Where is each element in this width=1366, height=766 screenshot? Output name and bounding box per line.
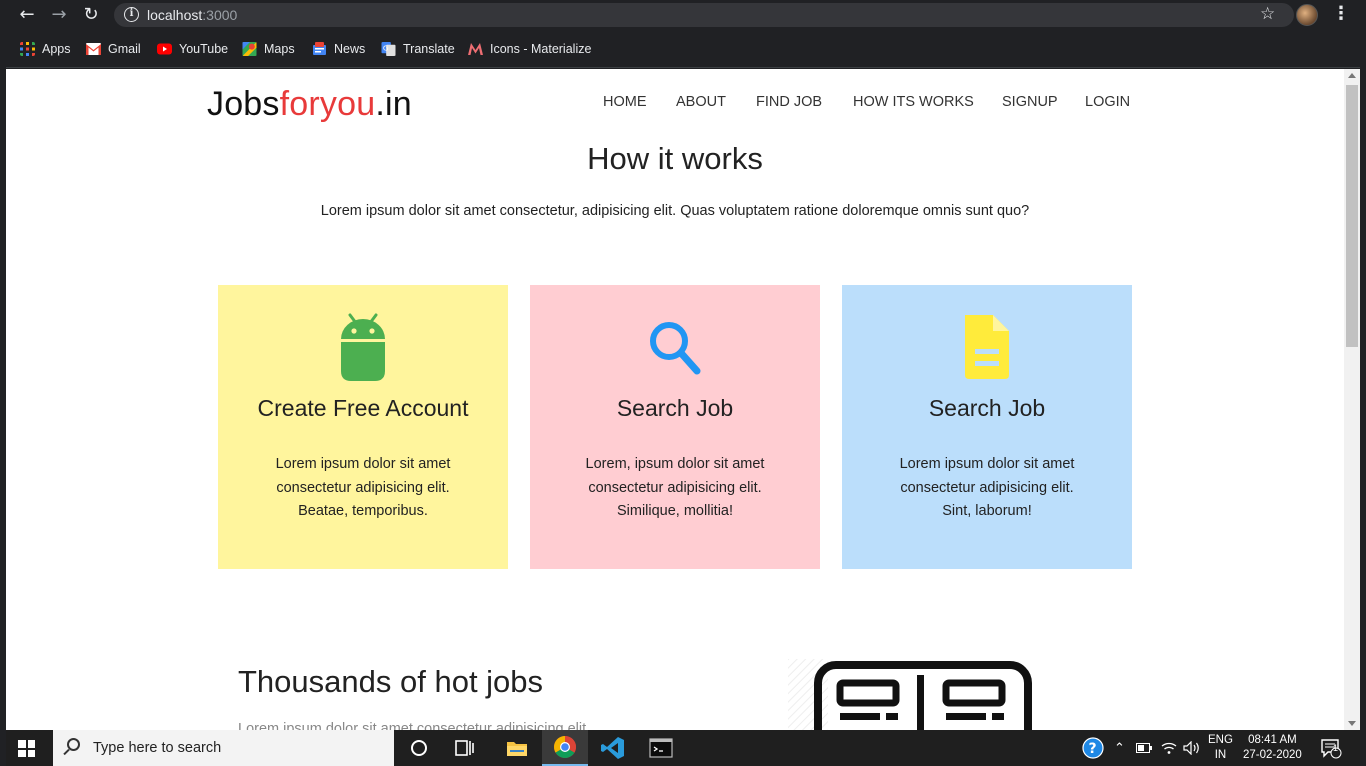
bookmark-gmail[interactable]: Gmail (86, 41, 141, 57)
windows-taskbar: Type here to search ? ⌃ ENG IN 08:41 AM … (6, 730, 1360, 766)
notification-count-badge: 1 (1333, 743, 1339, 753)
nav-signup[interactable]: SIGNUP (1002, 94, 1058, 110)
bookmark-label: Icons - Materialize (490, 42, 592, 56)
card-text: Lorem, ipsum dolor sit amet consectetur … (560, 453, 790, 524)
forward-arrow-icon[interactable]: → (48, 4, 70, 26)
bookmark-label: News (334, 42, 366, 56)
bookmark-label: Gmail (108, 42, 141, 56)
show-hidden-icons-chevron-icon[interactable]: ⌃ (1114, 730, 1125, 766)
card-text-line: Similique, mollitia! (616, 503, 734, 519)
browser-toolbar: ← → ↻ i localhost:3000 ☆ ⋮ (6, 0, 1360, 30)
news-icon (313, 42, 326, 55)
clock-time: 08:41 AM (1248, 734, 1297, 746)
language-code: ENG (1208, 734, 1233, 746)
bookmark-translate[interactable]: G Translate (381, 41, 455, 57)
bookmark-apps[interactable]: Apps (20, 41, 71, 57)
card-text-line: Lorem ipsum dolor sit amet (899, 456, 1075, 472)
profile-avatar[interactable] (1296, 4, 1318, 26)
how-it-works-title: How it works (587, 141, 763, 176)
card-search-job-2: Search Job Lorem ipsum dolor sit amet co… (842, 285, 1132, 569)
page-scrollbar[interactable] (1344, 69, 1360, 730)
svg-text:?: ? (1089, 741, 1097, 757)
nav-how-its-works[interactable]: HOW ITS WORKS (853, 94, 974, 110)
page-viewport: Jobsforyou.in HOME ABOUT FIND JOB HOW IT… (6, 69, 1344, 730)
card-title: Search Job (928, 395, 1046, 421)
card-search-job: Search Job Lorem, ipsum dolor sit amet c… (530, 285, 820, 569)
bookmark-star-icon[interactable]: ☆ (1260, 4, 1275, 24)
reload-icon[interactable]: ↻ (80, 4, 102, 26)
nav-find-job[interactable]: FIND JOB (756, 94, 822, 110)
bookmark-label: Translate (403, 42, 455, 56)
chrome-taskbar-icon[interactable] (542, 730, 588, 766)
hot-jobs-title: Thousands of hot jobs (238, 664, 544, 699)
vscode-icon[interactable] (590, 730, 636, 766)
android-icon (341, 313, 385, 381)
card-text-line: Sint, laborum! (942, 503, 1032, 519)
bookmark-label: Apps (42, 42, 71, 56)
bookmarks-bar: Apps Gmail YouTube Maps News G Translate… (6, 30, 1360, 68)
card-text: Lorem ipsum dolor sit amet consectetur a… (872, 453, 1102, 524)
bookmark-youtube[interactable]: YouTube (157, 41, 228, 57)
input-language-indicator[interactable]: ENG IN (1208, 730, 1233, 766)
bookmark-materialize[interactable]: Icons - Materialize (468, 41, 591, 57)
document-icon (965, 315, 1009, 379)
volume-icon[interactable] (1183, 730, 1201, 766)
site-info-icon[interactable]: i (124, 7, 139, 22)
maps-icon (242, 42, 257, 56)
card-text-line: consectetur adipisicing elit. (588, 479, 762, 496)
card-text-line: consectetur adipisicing elit. (276, 479, 450, 496)
back-arrow-icon[interactable]: ← (16, 4, 38, 26)
card-title: Create Free Account (257, 395, 469, 421)
youtube-icon (157, 43, 172, 55)
card-title: Search Job (616, 395, 734, 421)
site-logo[interactable]: Jobsforyou.in (207, 85, 412, 124)
taskbar-search-box[interactable]: Type here to search (53, 730, 394, 766)
job-board-illustration-icon (788, 659, 1032, 730)
menu-kebab-icon[interactable]: ⋮ (1332, 3, 1350, 24)
address-url: localhost:3000 (147, 7, 238, 23)
svg-text:G: G (383, 43, 389, 52)
card-text-line: Lorem, ipsum dolor sit amet (585, 456, 765, 472)
card-text: Lorem ipsum dolor sit amet consectetur a… (248, 453, 478, 524)
notifications-icon[interactable]: 1 (1320, 730, 1342, 766)
help-icon[interactable]: ? (1082, 730, 1104, 766)
taskbar-search-placeholder: Type here to search (93, 740, 222, 756)
address-bar[interactable]: i localhost:3000 (114, 3, 1294, 27)
windows-start-icon[interactable] (18, 740, 35, 757)
nav-login[interactable]: LOGIN (1085, 94, 1130, 110)
translate-icon: G (381, 42, 396, 56)
bookmark-news[interactable]: News (312, 41, 365, 57)
file-explorer-icon[interactable] (494, 730, 540, 766)
search-icon (67, 738, 80, 751)
task-view-icon[interactable] (442, 730, 488, 766)
bookmark-label: YouTube (179, 42, 229, 56)
cortana-icon[interactable] (396, 730, 442, 766)
card-text-line: consectetur adipisicing elit. (900, 479, 1074, 496)
region-code: IN (1214, 749, 1227, 761)
nav-about[interactable]: ABOUT (676, 94, 726, 110)
wifi-icon[interactable] (1161, 730, 1177, 766)
battery-icon[interactable] (1136, 730, 1152, 766)
card-text-line: Beatae, temporibus. (298, 503, 428, 519)
card-create-account: Create Free Account Lorem ipsum dolor si… (218, 285, 508, 569)
how-it-works-subtitle: Lorem ipsum dolor sit amet consectetur, … (320, 203, 1030, 219)
apps-grid-icon (20, 42, 35, 56)
taskbar-clock[interactable]: 08:41 AM 27-02-2020 (1243, 730, 1302, 766)
bookmark-label: Maps (264, 42, 295, 56)
clock-date: 27-02-2020 (1243, 749, 1302, 761)
nav-home[interactable]: HOME (603, 94, 647, 110)
materialize-icon (468, 43, 483, 55)
card-text-line: Lorem ipsum dolor sit amet (275, 456, 451, 472)
gmail-icon (86, 43, 101, 55)
search-icon (650, 322, 701, 375)
hot-jobs-text: Lorem ipsum dolor sit amet consectetur a… (238, 721, 591, 730)
scroll-up-arrow-icon[interactable] (1348, 73, 1356, 78)
scroll-thumb[interactable] (1346, 85, 1358, 347)
scroll-down-arrow-icon[interactable] (1348, 721, 1356, 726)
terminal-icon[interactable] (638, 730, 684, 766)
bookmark-maps[interactable]: Maps (242, 41, 295, 57)
